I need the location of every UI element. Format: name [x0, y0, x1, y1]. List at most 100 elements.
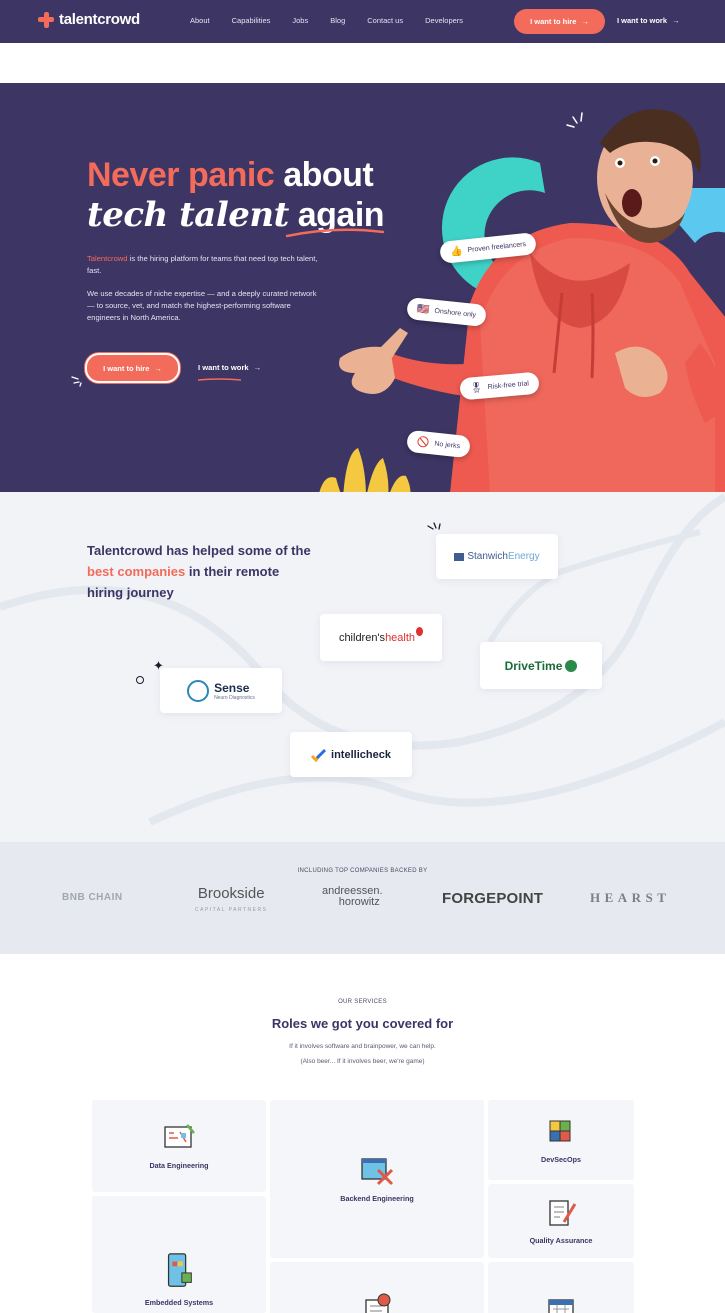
thumbs-up-icon: 👍	[449, 245, 464, 258]
sparkle-lines-icon	[427, 522, 441, 530]
nav-link-developers[interactable]: Developers	[425, 16, 463, 25]
sparkle-lines-icon	[71, 376, 82, 387]
drivetime-icon	[565, 659, 578, 672]
investor-logo-hearst: HEARST	[590, 890, 670, 906]
work-underline-swoosh	[197, 378, 242, 381]
service-card-quality-assurance[interactable]: Quality Assurance	[488, 1184, 634, 1258]
calendar-grid-icon	[548, 1299, 574, 1313]
service-label: DevSecOps	[541, 1154, 581, 1164]
service-card-backend-engineering[interactable]: Backend Engineering	[270, 1100, 484, 1258]
sparkle-lines-icon	[566, 112, 583, 128]
client-logo-sense: Sense Neuro Diagnostics	[160, 668, 282, 713]
brand-logo[interactable]: talentcrowd	[38, 11, 140, 28]
intellicheck-icon	[311, 748, 327, 762]
investor-logo-forgepoint: FORGEPOINT	[442, 890, 543, 907]
stanwich-name: Stanwich	[467, 551, 508, 562]
headline-white-1: about	[274, 156, 374, 194]
ribbon-icon: 🎖	[469, 381, 484, 395]
hero-hire-label: I want to hire	[103, 363, 150, 373]
checklist-pencil-icon	[549, 1199, 577, 1226]
nav-work-link[interactable]: I want to work →	[617, 16, 680, 25]
clients-headline: Talentcrowd has helped some of the best …	[87, 540, 317, 603]
client-logo-stanwich-energy: Stanwich Energy	[436, 534, 558, 579]
arrow-right-icon: →	[154, 363, 162, 373]
client-logo-intellicheck: intellicheck	[290, 732, 412, 777]
clients-title-coral: best companies	[87, 564, 186, 579]
investor-logo-bnb-chain: BNB CHAIN	[62, 892, 123, 903]
services-eyebrow: OUR SERVICES	[338, 999, 387, 1005]
brookside-subtitle: CAPITAL PARTNERS	[195, 907, 268, 913]
brookside-text: Brookside	[197, 885, 265, 902]
stanwich-icon	[454, 552, 465, 561]
bnb-text: BNB CHAIN	[62, 892, 123, 903]
investor-logo-a16z: andreessen. horowitz	[322, 886, 383, 908]
service-label: Embedded Systems	[144, 1298, 214, 1307]
puzzle-icon	[549, 1120, 571, 1141]
sense-subtitle: Neuro Diagnostics	[214, 694, 255, 701]
plus-logo-icon	[38, 11, 54, 28]
health-text: health	[385, 631, 416, 644]
arrow-right-icon: →	[672, 16, 680, 25]
hero-intro: Talentcrowd is the hiring platform for t…	[87, 253, 322, 277]
balloon-icon	[416, 627, 424, 636]
hero-description: We use decades of niche expertise — and …	[87, 289, 317, 322]
arrow-right-icon: →	[581, 17, 589, 26]
surprised-man-illustration	[339, 109, 725, 492]
sense-name: Sense	[214, 680, 250, 695]
services-title: Roles we got you covered for	[271, 1016, 454, 1031]
hero-hire-button[interactable]: I want to hire →	[85, 353, 180, 383]
stanwich-energy: Energy	[507, 551, 540, 562]
headline-coral: Never panic	[87, 156, 275, 194]
usa-flag-icon: 🇺🇸	[416, 303, 431, 316]
forgepoint-text: FORGEPOINT	[442, 890, 544, 907]
investors-section: INCLUDING TOP COMPANIES BACKED BY BNB CH…	[0, 842, 725, 954]
ring-decoration	[136, 676, 144, 684]
data-board-icon	[164, 1123, 195, 1148]
service-label: Backend Engineering	[340, 1193, 414, 1203]
childrens-text: children's	[338, 631, 386, 644]
service-card-data-engineering[interactable]: Data Engineering	[92, 1100, 266, 1192]
nav-hire-button[interactable]: I want to hire →	[514, 9, 605, 34]
investor-logo-brookside: Brookside CAPITAL PARTNERS	[195, 886, 267, 918]
chip-label: Proven freelancers	[467, 240, 527, 254]
arrow-right-icon: →	[253, 363, 262, 372]
clients-section: Talentcrowd has helped some of the best …	[0, 492, 725, 842]
nav-link-capabilities[interactable]: Capabilities	[232, 16, 271, 25]
headline-script: tech talent	[87, 195, 289, 235]
service-label: Data Engineering	[149, 1160, 209, 1170]
clients-title-pre: Talentcrowd has helped some of the	[87, 543, 311, 558]
nav-hire-label: I want to hire	[530, 17, 577, 26]
services-subtitle-1: If it involves software and brainpower, …	[289, 1043, 436, 1050]
hero-work-label: I want to work	[198, 363, 249, 372]
hero-headline: Never panic about tech talent again	[87, 155, 385, 235]
services-subtitle-2: (Also beer... If it involves beer, we're…	[300, 1058, 425, 1065]
a16z-line-2: horowitz	[338, 896, 380, 908]
intellicheck-text: intellicheck	[331, 748, 391, 761]
coral-underline-swoosh	[285, 228, 385, 238]
client-logo-childrens-health: children's health	[320, 614, 442, 661]
service-card-partial[interactable]	[270, 1262, 484, 1313]
service-card-embedded-systems[interactable]: Embedded Systems	[92, 1196, 266, 1313]
service-card-devsecops[interactable]: DevSecOps	[488, 1100, 634, 1180]
nav-link-jobs[interactable]: Jobs	[292, 16, 308, 25]
client-logo-drivetime: DriveTime	[480, 642, 602, 689]
document-badge-icon	[365, 1293, 391, 1313]
nav-links: About Capabilities Jobs Blog Contact us …	[190, 16, 485, 25]
hero-intro-brand: Talentcrowd	[87, 254, 128, 263]
drivetime-text: DriveTime	[504, 658, 563, 673]
nav-link-contact[interactable]: Contact us	[367, 16, 403, 25]
service-label: Quality Assurance	[529, 1235, 593, 1245]
hero-section: Never panic about tech talent again Tale…	[0, 83, 725, 492]
top-navbar: talentcrowd About Capabilities Jobs Blog…	[0, 0, 725, 43]
backend-window-icon	[361, 1157, 394, 1185]
yellow-plant-decoration	[319, 448, 411, 492]
nav-link-blog[interactable]: Blog	[330, 16, 345, 25]
hero-work-link[interactable]: I want to work →	[198, 363, 261, 372]
no-icon: 🚫	[416, 436, 431, 449]
service-card-partial[interactable]	[488, 1262, 634, 1313]
nav-link-about[interactable]: About	[190, 16, 210, 25]
nav-work-label: I want to work	[617, 16, 668, 25]
chip-label: Onshore only	[434, 307, 477, 319]
investors-label: INCLUDING TOP COMPANIES BACKED BY	[297, 868, 428, 874]
sense-brain-icon	[187, 679, 210, 702]
